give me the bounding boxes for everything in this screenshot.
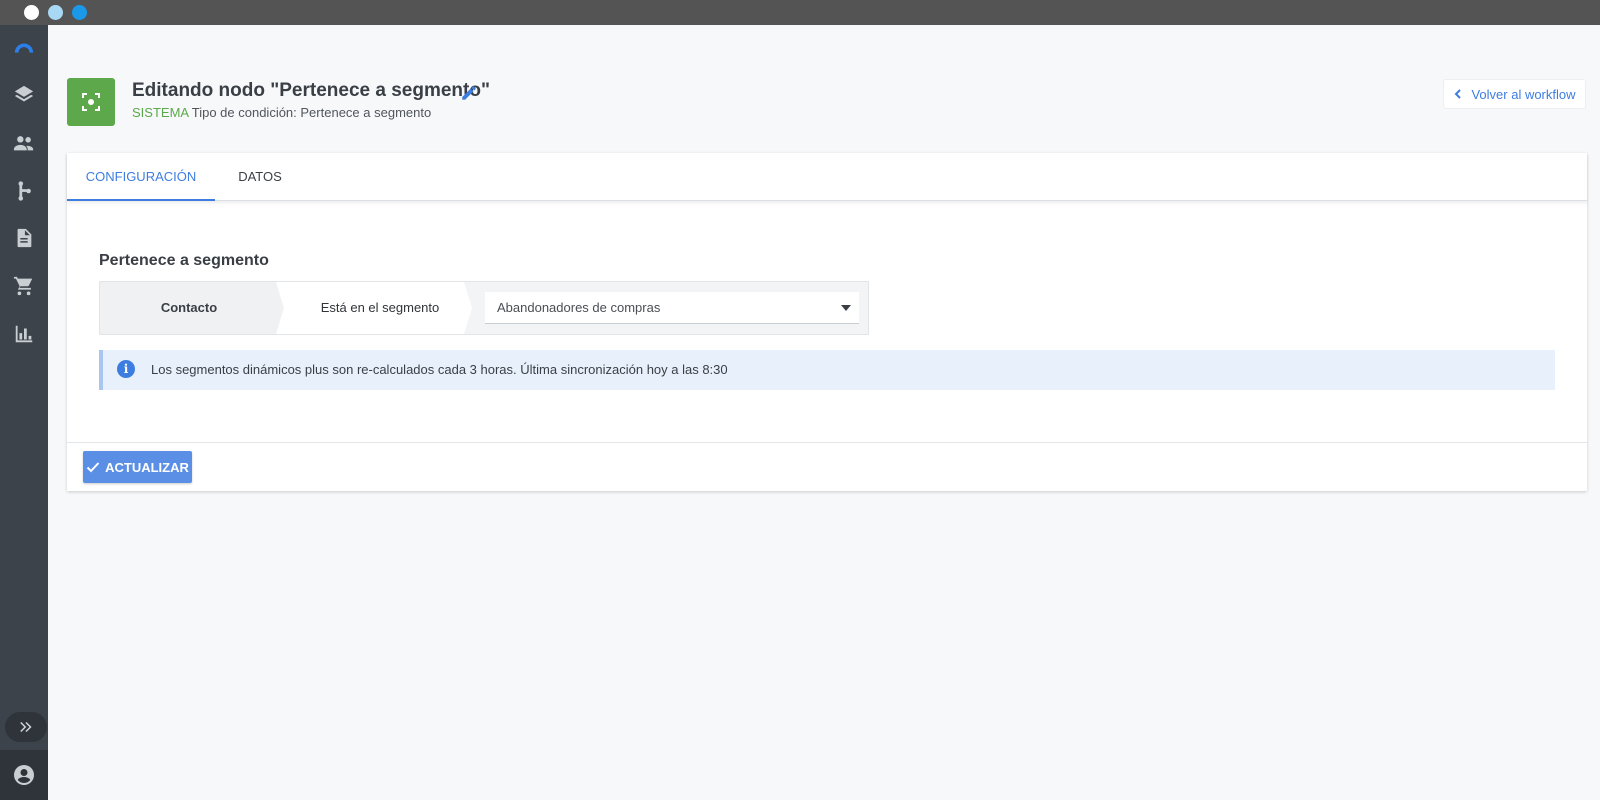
caret-down-icon xyxy=(841,305,851,311)
update-button-label: ACTUALIZAR xyxy=(105,459,189,475)
system-label: SISTEMA xyxy=(132,105,189,120)
sidebar xyxy=(0,25,48,800)
chevron-left-icon xyxy=(1455,89,1462,99)
section-title: Pertenece a segmento xyxy=(99,252,269,269)
people-icon[interactable] xyxy=(10,129,38,157)
info-icon: i xyxy=(117,360,135,378)
window-minimize-button[interactable] xyxy=(48,5,63,20)
back-to-workflow-label: Volver al workflow xyxy=(1471,86,1576,102)
condition-type-label: Tipo de condición: Pertenece a segmento xyxy=(191,105,432,120)
window-titlebar xyxy=(0,0,1600,25)
bar-chart-icon[interactable] xyxy=(10,320,38,348)
window-maximize-button[interactable] xyxy=(72,5,87,20)
pencil-icon[interactable] xyxy=(460,84,478,102)
segment-select-value: Abandonadores de compras xyxy=(497,300,661,315)
cart-icon[interactable] xyxy=(10,272,38,300)
document-icon[interactable] xyxy=(10,224,38,252)
condition-builder: Contacto Está en el segmento Abandonador… xyxy=(99,281,869,335)
info-alert: i Los segmentos dinámicos plus son re-ca… xyxy=(99,350,1555,390)
workflow-branch-icon[interactable] xyxy=(10,177,38,205)
segment-select[interactable]: Abandonadores de compras xyxy=(485,292,859,324)
layers-icon[interactable] xyxy=(10,81,38,109)
page-title: Editando nodo "Pertenece a segmento" xyxy=(132,80,490,101)
info-message: Los segmentos dinámicos plus son re-calc… xyxy=(151,362,728,377)
tab-configuracion[interactable]: CONFIGURACIÓN xyxy=(67,153,215,201)
card-footer: ACTUALIZAR xyxy=(67,442,1587,491)
tab-datos[interactable]: DATOS xyxy=(215,153,305,201)
account-circle-icon[interactable] xyxy=(0,750,48,800)
tab-bar: CONFIGURACIÓN DATOS xyxy=(67,153,1587,201)
update-button[interactable]: ACTUALIZAR xyxy=(83,451,192,483)
condition-operator: Está en el segmento xyxy=(320,300,440,315)
condition-subject: Contacto xyxy=(160,300,218,315)
check-icon xyxy=(86,462,100,473)
segment-focus-icon xyxy=(82,93,100,111)
node-type-badge xyxy=(67,78,115,126)
double-chevron-right-icon[interactable] xyxy=(5,712,47,742)
node-subtitle: SISTEMA Tipo de condición: Pertenece a s… xyxy=(132,105,431,120)
back-to-workflow-button[interactable]: Volver al workflow xyxy=(1443,79,1586,109)
node-editor-card: CONFIGURACIÓN DATOS Pertenece a segmento… xyxy=(67,153,1587,491)
logo-arc-icon[interactable] xyxy=(10,35,38,63)
window-close-button[interactable] xyxy=(24,5,39,20)
